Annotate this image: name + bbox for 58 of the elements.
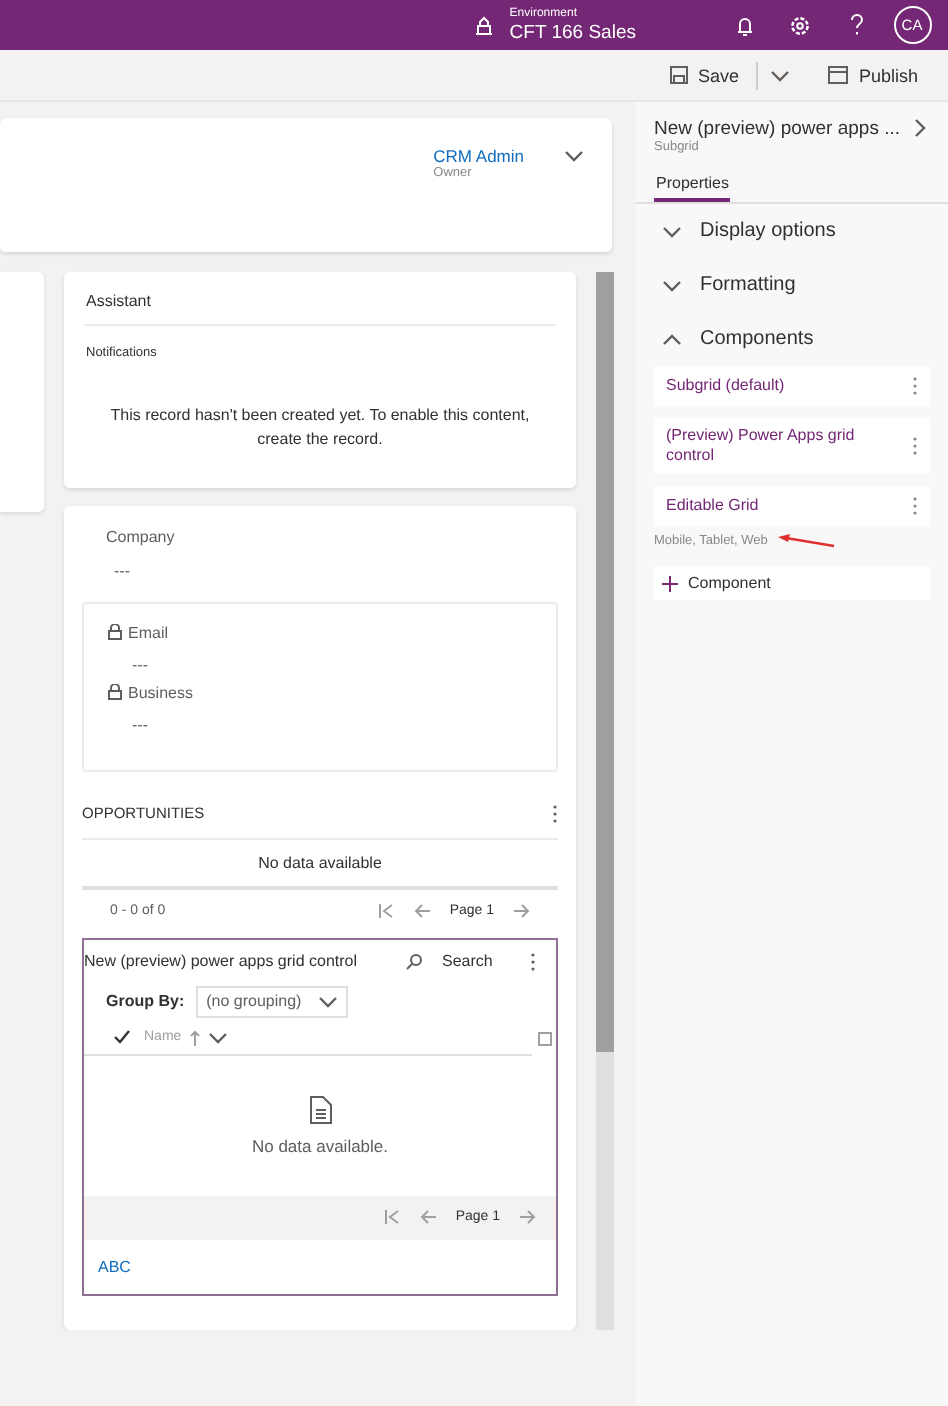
scrollbar[interactable] — [596, 272, 614, 1330]
group-by-label: Group By: — [106, 992, 185, 1011]
publish-icon — [828, 66, 849, 84]
grid-title: New (preview) power apps grid control — [84, 952, 359, 971]
component-item[interactable]: Subgrid (default) — [654, 366, 930, 406]
sort-ascending-icon — [189, 1029, 200, 1046]
caret-icon[interactable] — [317, 991, 338, 1012]
environment-icon[interactable] — [473, 15, 494, 35]
bell-icon[interactable] — [735, 15, 753, 35]
more-options-icon[interactable] — [912, 436, 918, 456]
chevron-icon[interactable] — [662, 275, 682, 295]
card-title: Assistant — [86, 292, 151, 310]
field-label: Business — [128, 683, 193, 702]
section-header[interactable]: Display options — [654, 204, 930, 258]
more-options-icon[interactable] — [530, 951, 536, 972]
section-header[interactable]: Components — [654, 312, 930, 366]
settings-icon[interactable] — [790, 15, 810, 35]
group-by-dropdown[interactable]: (no grouping) — [196, 985, 348, 1018]
search-field[interactable]: Search — [430, 952, 522, 971]
save-button[interactable]: Save — [663, 61, 745, 89]
plus-icon — [662, 575, 678, 591]
column-menu-icon[interactable] — [207, 1027, 228, 1048]
chevron-icon[interactable] — [662, 221, 682, 241]
help-icon[interactable] — [849, 14, 863, 36]
component-item[interactable]: Editable Grid — [654, 486, 930, 526]
dropdown-caret-icon[interactable] — [770, 65, 791, 85]
more-options-icon[interactable] — [552, 803, 558, 824]
panel-tab[interactable]: Properties — [654, 170, 731, 202]
component-item[interactable]: (Preview) Power Apps grid control — [654, 418, 930, 474]
search-icon[interactable] — [406, 953, 422, 970]
field-value: --- — [130, 713, 150, 734]
info-message: This record hasn't been created yet. To enable this content, create the record. — [108, 404, 532, 452]
more-options-icon[interactable] — [912, 496, 918, 516]
more-options-icon[interactable] — [912, 376, 918, 396]
section-header[interactable]: Formatting — [654, 258, 930, 312]
document-icon — [309, 1095, 331, 1124]
previous-page-icon[interactable] — [413, 903, 430, 918]
next-page-icon[interactable] — [514, 903, 530, 918]
field-value: --- — [130, 653, 150, 674]
record-link[interactable]: ABC — [84, 1239, 556, 1294]
annotation-arrow — [775, 534, 836, 550]
owner-name[interactable]: CRM Admin — [433, 146, 524, 166]
expand-chevron-icon[interactable] — [564, 146, 584, 166]
add-component-button[interactable]: Component — [654, 566, 930, 600]
field-label: Company — [106, 527, 177, 546]
field-label: Email — [128, 623, 169, 642]
expand-panel-icon[interactable] — [910, 118, 930, 138]
publish-button[interactable]: Publish — [822, 61, 924, 89]
environment-name[interactable]: CFT 166 Sales — [509, 21, 636, 43]
first-page-icon[interactable] — [377, 903, 394, 918]
empty-message: No data available — [258, 853, 382, 872]
panel-title: New (preview) power apps ... — [654, 118, 901, 140]
lock-icon — [108, 684, 122, 701]
empty-message: No data available. — [251, 1135, 389, 1156]
chevron-icon[interactable] — [662, 329, 682, 349]
field-value: --- — [112, 559, 132, 580]
lock-icon — [108, 624, 122, 641]
check-icon[interactable] — [114, 1030, 130, 1045]
